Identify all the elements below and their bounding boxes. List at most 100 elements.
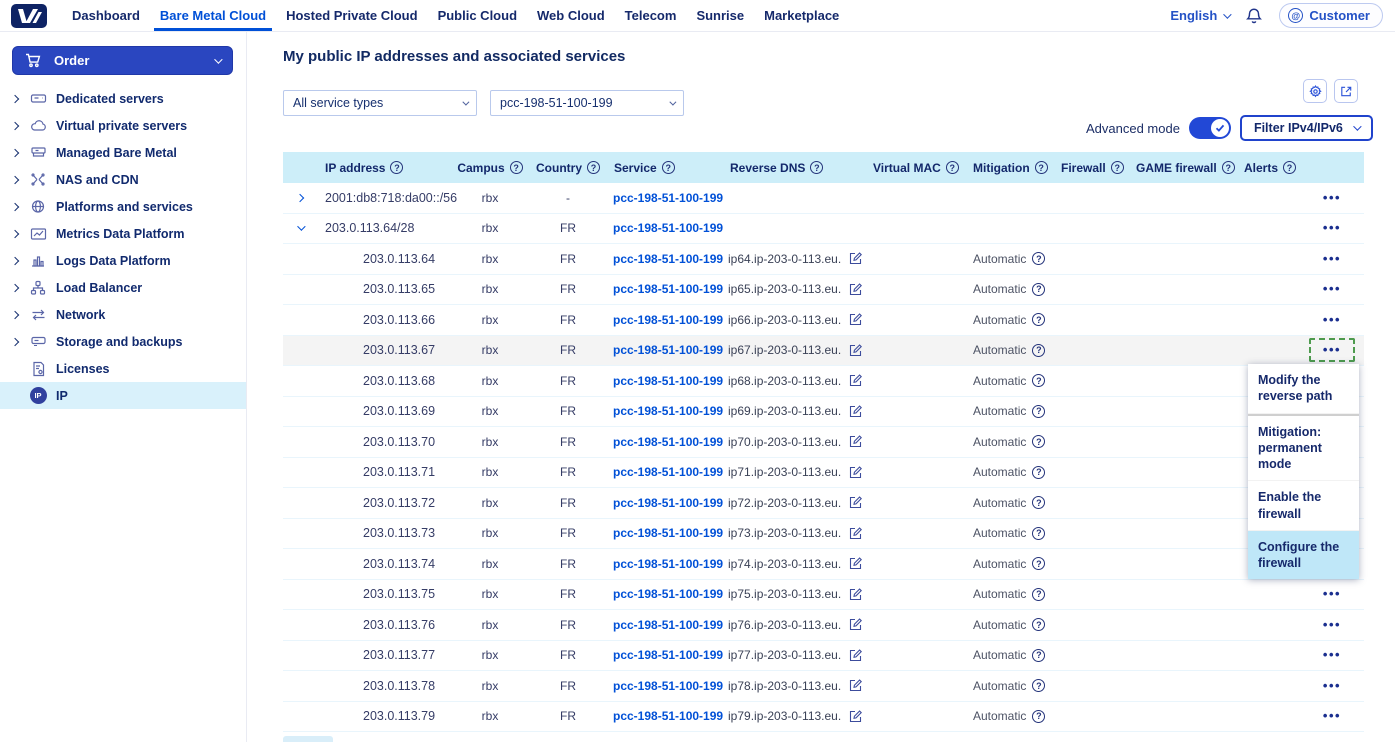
nav-item-dashboard[interactable]: Dashboard — [72, 0, 140, 31]
chevron-right-icon[interactable] — [9, 285, 21, 291]
edit-reverse-dns-icon[interactable] — [848, 465, 863, 480]
edit-reverse-dns-icon[interactable] — [848, 709, 863, 724]
row-actions-button[interactable]: ••• — [1309, 582, 1355, 606]
row-actions-button[interactable]: ••• — [1309, 338, 1355, 362]
row-actions-button[interactable]: ••• — [1309, 674, 1355, 698]
menu-item-modify-the-reverse-path[interactable]: Modify the reverse path — [1248, 364, 1359, 414]
sidebar-item-logs-data-platform[interactable]: Logs Data Platform — [0, 247, 246, 274]
help-icon[interactable]: ? — [1032, 252, 1045, 265]
edit-reverse-dns-icon[interactable] — [848, 251, 863, 266]
edit-reverse-dns-icon[interactable] — [848, 556, 863, 571]
sidebar-item-dedicated-servers[interactable]: Dedicated servers — [0, 85, 246, 112]
help-icon[interactable]: ? — [1032, 374, 1045, 387]
menu-item-configure-the-firewall[interactable]: Configure the firewall — [1248, 531, 1359, 580]
help-icon[interactable]: ? — [1032, 618, 1045, 631]
help-icon[interactable]: ? — [1032, 588, 1045, 601]
chevron-right-icon[interactable] — [9, 339, 21, 345]
help-icon[interactable]: ? — [810, 161, 823, 174]
help-icon[interactable]: ? — [1032, 283, 1045, 296]
help-icon[interactable]: ? — [1032, 313, 1045, 326]
sidebar-item-load-balancer[interactable]: Load Balancer — [0, 274, 246, 301]
service-link[interactable]: pcc-198-51-100-199 — [613, 374, 723, 388]
help-icon[interactable]: ? — [1032, 527, 1045, 540]
help-icon[interactable]: ? — [1032, 344, 1045, 357]
filter-ip-version-button[interactable]: Filter IPv4/IPv6 — [1240, 115, 1373, 141]
chevron-right-icon[interactable] — [9, 150, 21, 156]
edit-reverse-dns-icon[interactable] — [848, 617, 863, 632]
help-icon[interactable]: ? — [1032, 466, 1045, 479]
service-link[interactable]: pcc-198-51-100-199 — [613, 618, 723, 632]
edit-reverse-dns-icon[interactable] — [848, 495, 863, 510]
sidebar-item-storage-and-backups[interactable]: Storage and backups — [0, 328, 246, 355]
service-link[interactable]: pcc-198-51-100-199 — [613, 252, 723, 266]
advanced-mode-toggle[interactable] — [1189, 117, 1231, 139]
help-icon[interactable]: ? — [1032, 679, 1045, 692]
edit-reverse-dns-icon[interactable] — [848, 678, 863, 693]
language-selector[interactable]: English — [1170, 8, 1229, 23]
chevron-right-icon[interactable] — [9, 96, 21, 102]
sidebar-item-network[interactable]: Network — [0, 301, 246, 328]
chevron-right-icon[interactable] — [9, 204, 21, 210]
sidebar-item-virtual-private-servers[interactable]: Virtual private servers — [0, 112, 246, 139]
service-link[interactable]: pcc-198-51-100-199 — [613, 465, 723, 479]
help-icon[interactable]: ? — [1111, 161, 1124, 174]
nav-item-hosted-private-cloud[interactable]: Hosted Private Cloud — [286, 0, 417, 31]
service-link[interactable]: pcc-198-51-100-199 — [613, 496, 723, 510]
chevron-right-icon[interactable] — [9, 231, 21, 237]
edit-reverse-dns-icon[interactable] — [848, 373, 863, 388]
settings-button[interactable] — [1303, 79, 1327, 103]
edit-reverse-dns-icon[interactable] — [848, 648, 863, 663]
help-icon[interactable]: ? — [1032, 557, 1045, 570]
row-actions-button[interactable]: ••• — [1309, 216, 1355, 240]
row-expander[interactable] — [283, 225, 317, 231]
help-icon[interactable]: ? — [1032, 405, 1045, 418]
row-actions-button[interactable]: ••• — [1309, 277, 1355, 301]
nav-item-public-cloud[interactable]: Public Cloud — [438, 0, 517, 31]
help-icon[interactable]: ? — [1222, 161, 1235, 174]
service-link[interactable]: pcc-198-51-100-199 — [613, 587, 723, 601]
edit-reverse-dns-icon[interactable] — [848, 404, 863, 419]
service-select[interactable]: pcc-198-51-100-199 — [490, 90, 684, 116]
sidebar-item-metrics-data-platform[interactable]: Metrics Data Platform — [0, 220, 246, 247]
service-link[interactable]: pcc-198-51-100-199 — [613, 404, 723, 418]
help-icon[interactable]: ? — [1032, 496, 1045, 509]
sidebar-item-licenses[interactable]: Licenses — [0, 355, 246, 382]
sidebar-item-nas-and-cdn[interactable]: NAS and CDN — [0, 166, 246, 193]
service-type-select[interactable]: All service types — [283, 90, 477, 116]
order-button[interactable]: Order — [12, 46, 233, 75]
sidebar-item-managed-bare-metal[interactable]: Managed Bare Metal — [0, 139, 246, 166]
chevron-right-icon[interactable] — [9, 312, 21, 318]
nav-item-telecom[interactable]: Telecom — [625, 0, 677, 31]
edit-reverse-dns-icon[interactable] — [848, 282, 863, 297]
edit-reverse-dns-icon[interactable] — [848, 312, 863, 327]
chevron-right-icon[interactable] — [9, 123, 21, 129]
nav-item-web-cloud[interactable]: Web Cloud — [537, 0, 605, 31]
menu-item-mitigation-permanent-mode[interactable]: Mitigation: permanent mode — [1248, 416, 1359, 482]
sidebar-item-ip[interactable]: IPIP — [0, 382, 246, 409]
chevron-right-icon[interactable] — [9, 177, 21, 183]
chevron-right-icon[interactable] — [9, 258, 21, 264]
help-icon[interactable]: ? — [1035, 161, 1048, 174]
help-icon[interactable]: ? — [1032, 649, 1045, 662]
service-link[interactable]: pcc-198-51-100-199 — [613, 313, 723, 327]
row-actions-button[interactable]: ••• — [1309, 186, 1355, 210]
service-link[interactable]: pcc-198-51-100-199 — [613, 343, 723, 357]
help-icon[interactable]: ? — [946, 161, 959, 174]
row-expander[interactable] — [283, 195, 317, 201]
menu-item-enable-the-firewall[interactable]: Enable the firewall — [1248, 481, 1359, 531]
row-actions-button[interactable]: ••• — [1309, 613, 1355, 637]
help-icon[interactable]: ? — [1032, 435, 1045, 448]
service-link[interactable]: pcc-198-51-100-199 — [613, 648, 723, 662]
nav-item-marketplace[interactable]: Marketplace — [764, 0, 839, 31]
help-icon[interactable]: ? — [1283, 161, 1296, 174]
service-link[interactable]: pcc-198-51-100-199 — [613, 191, 723, 205]
edit-reverse-dns-icon[interactable] — [848, 434, 863, 449]
account-menu-button[interactable]: @ Customer — [1279, 3, 1383, 28]
help-icon[interactable]: ? — [587, 161, 600, 174]
row-actions-button[interactable]: ••• — [1309, 643, 1355, 667]
service-link[interactable]: pcc-198-51-100-199 — [613, 526, 723, 540]
edit-reverse-dns-icon[interactable] — [848, 526, 863, 541]
nav-item-sunrise[interactable]: Sunrise — [696, 0, 744, 31]
row-actions-button[interactable]: ••• — [1309, 704, 1355, 728]
sidebar-item-platforms-and-services[interactable]: Platforms and services — [0, 193, 246, 220]
